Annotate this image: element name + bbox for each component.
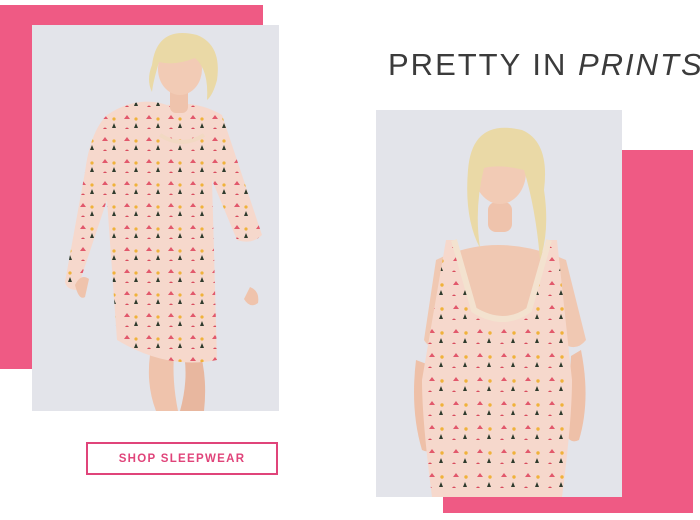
headline-emphasis-text: PRINTS bbox=[577, 47, 700, 82]
page-headline: PRETTY IN PRINTS bbox=[388, 47, 700, 83]
model-illustration-camisole bbox=[414, 127, 586, 497]
product-photo-robe-set[interactable] bbox=[32, 25, 279, 411]
model-illustration-robe bbox=[65, 33, 262, 411]
product-photo-camisole-set[interactable] bbox=[376, 110, 622, 497]
shop-sleepwear-button[interactable]: SHOP SLEEPWEAR bbox=[86, 442, 278, 475]
headline-regular-text: PRETTY IN bbox=[388, 47, 568, 82]
